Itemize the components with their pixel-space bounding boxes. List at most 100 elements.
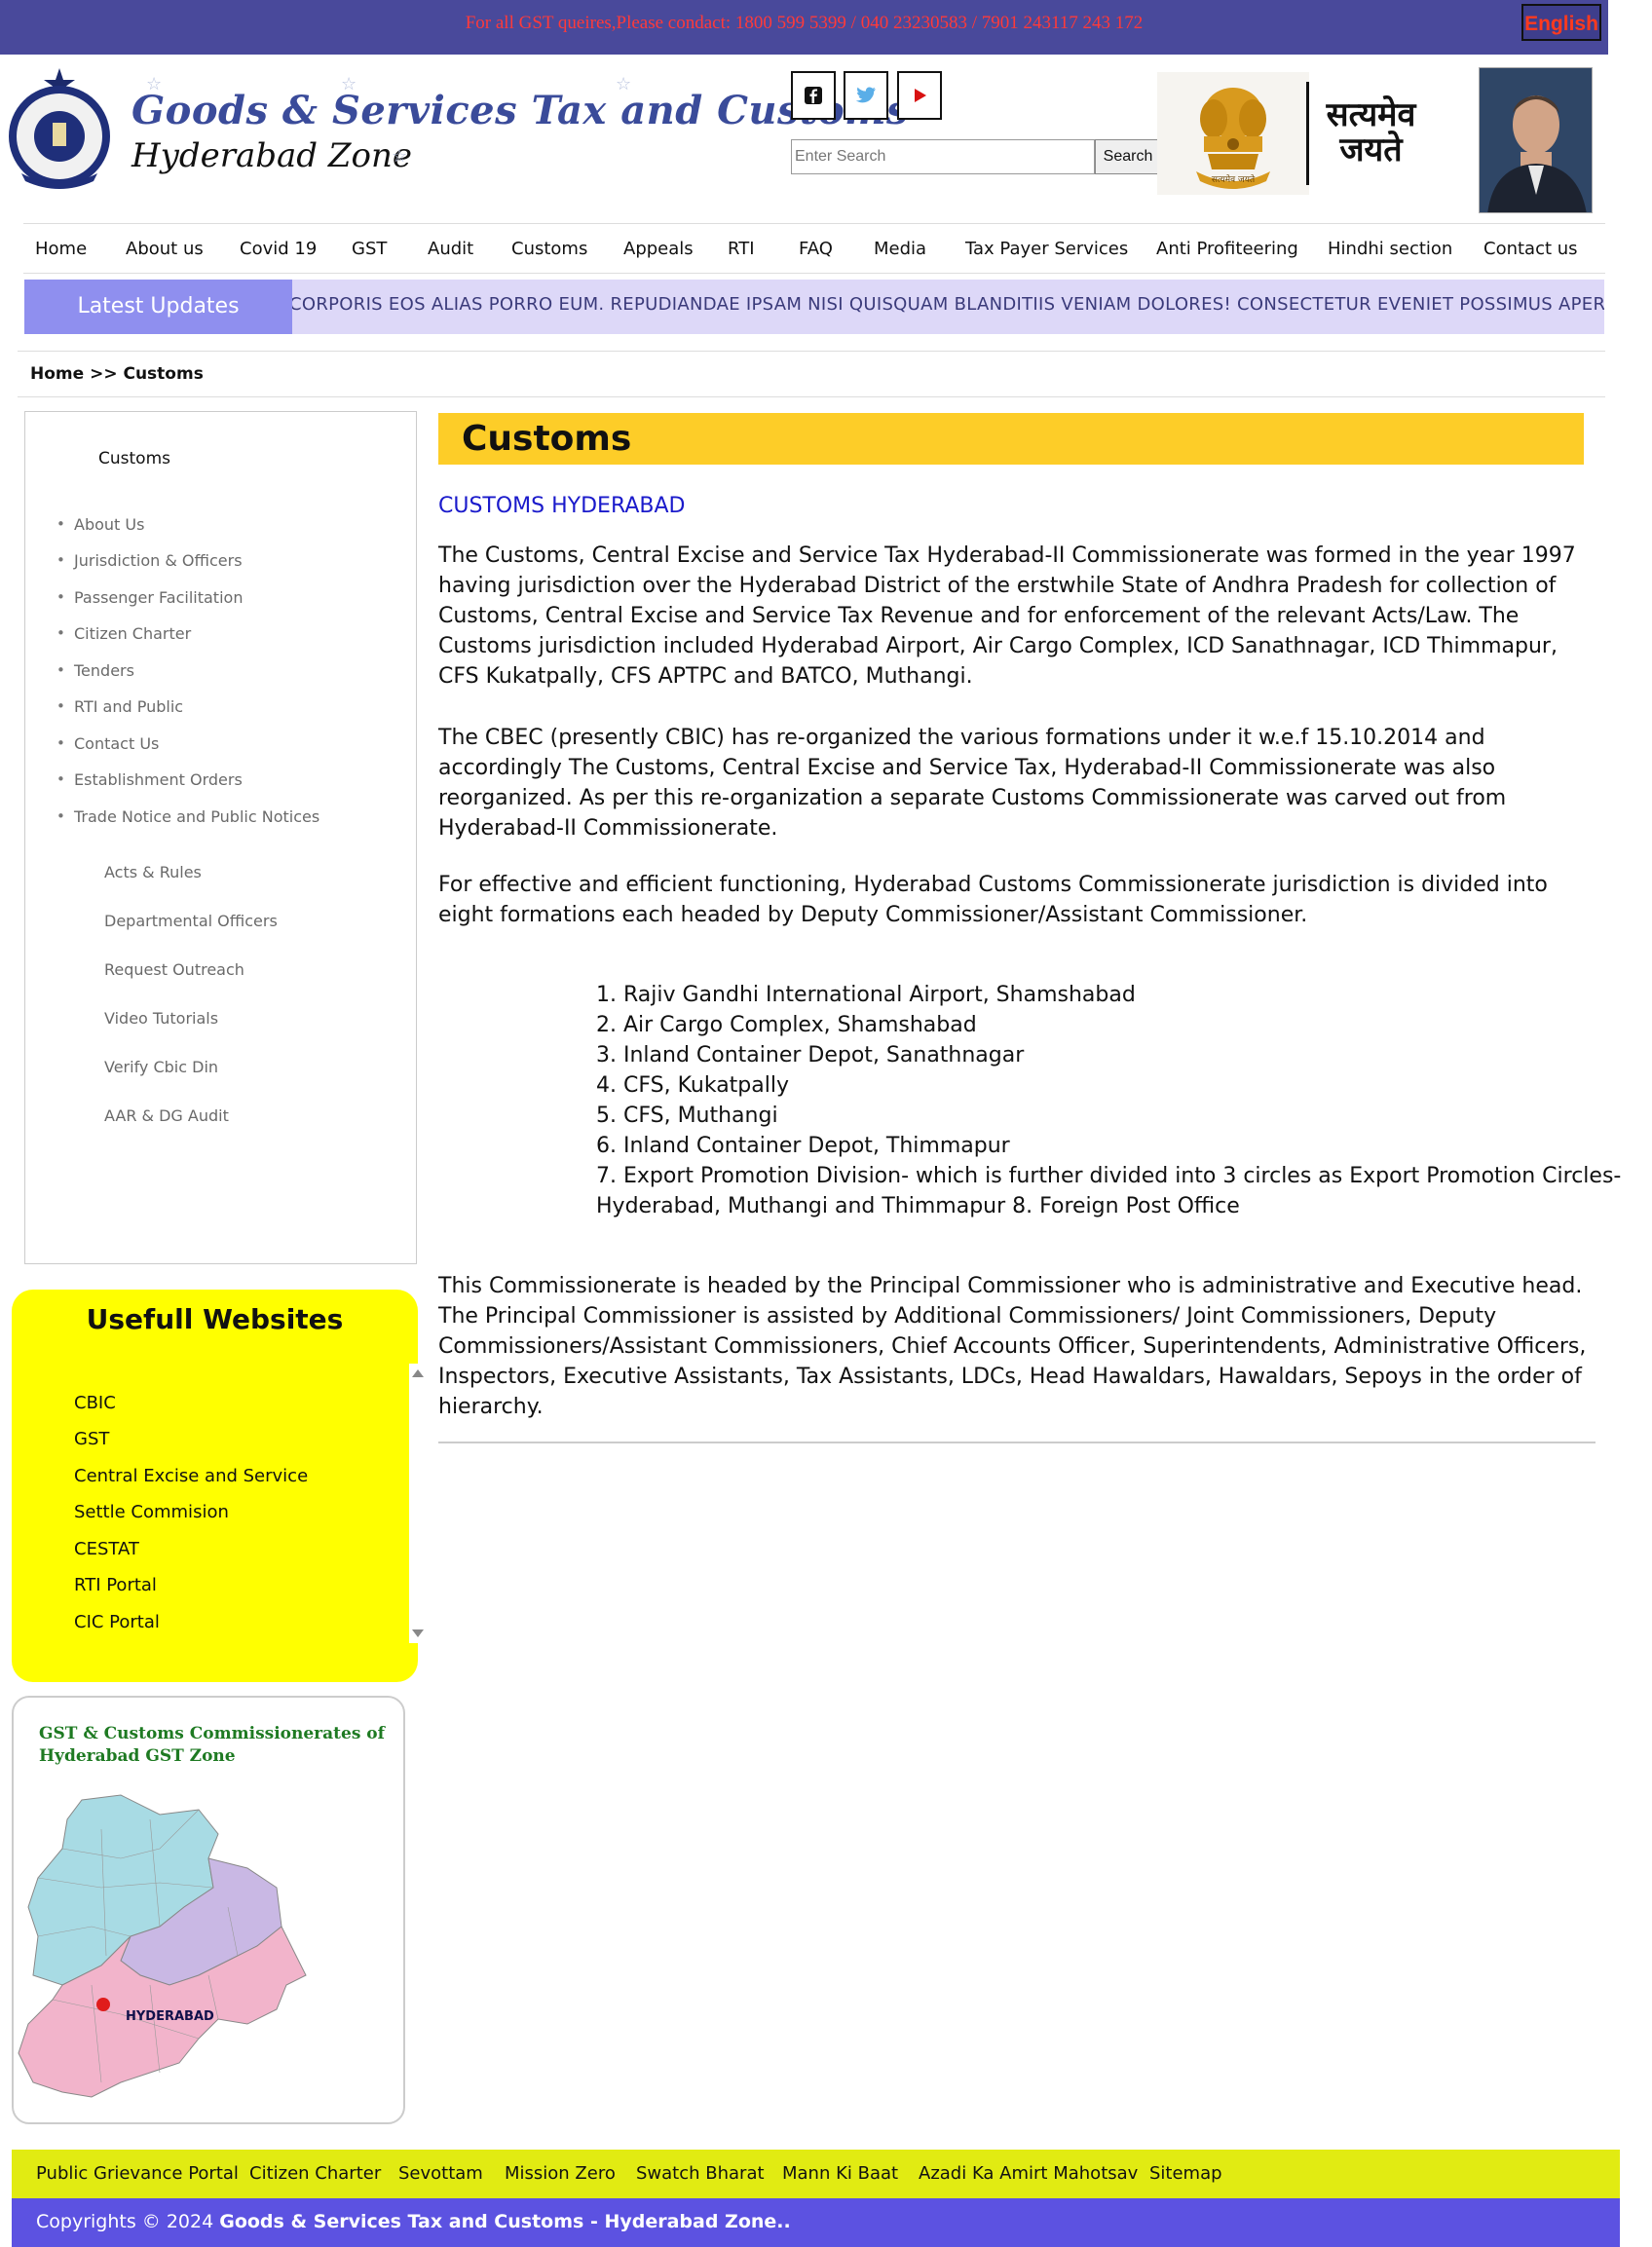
person-portrait-icon <box>1480 68 1592 212</box>
sidebar-item-trade-notice[interactable]: Trade Notice and Public Notices <box>56 807 319 826</box>
sidebar-link-departmental-officers[interactable]: Departmental Officers <box>104 912 278 930</box>
footer-link-swatch-bharat[interactable]: Swatch Bharat <box>636 2163 765 2184</box>
scroll-up-arrow-icon[interactable] <box>412 1369 424 1377</box>
nav-item-customs[interactable]: Customs <box>511 239 587 259</box>
useful-link-central-excise[interactable]: Central Excise and Service <box>74 1466 308 1486</box>
sidebar-link-aar-dg-audit[interactable]: AAR & DG Audit <box>104 1106 229 1125</box>
sidebar-link-request-outreach[interactable]: Request Outreach <box>104 960 244 979</box>
page-title: Customs <box>462 419 632 459</box>
copyright-bar: Copyrights © 2024 Goods & Services Tax a… <box>12 2198 1620 2247</box>
latest-updates-ticker[interactable]: CORPORIS EOS ALIAS PORRO EUM. REPUDIANDA… <box>292 280 1604 334</box>
twitter-link[interactable] <box>844 71 888 120</box>
breadcrumb[interactable]: Home >> Customs <box>30 364 204 384</box>
formations-paragraph: For effective and efficient functioning,… <box>438 873 1548 927</box>
sidebar-link-video-tutorials[interactable]: Video Tutorials <box>104 1009 218 1028</box>
intro-paragraph: The Customs, Central Excise and Service … <box>438 543 1576 689</box>
useful-link-rti-portal[interactable]: RTI Portal <box>74 1575 157 1595</box>
divider <box>18 396 1605 397</box>
footer-link-sitemap[interactable]: Sitemap <box>1149 2163 1222 2184</box>
map-label-hyderabad: HYDERABAD <box>126 2009 214 2024</box>
list-item: 1. Rajiv Gandhi International Airport, S… <box>596 983 1136 1007</box>
copyright-text: Copyrights © 2024 Goods & Services Tax a… <box>36 2211 791 2232</box>
nav-item-tax-payer-services[interactable]: Tax Payer Services <box>965 239 1128 259</box>
useful-link-cic-portal[interactable]: CIC Portal <box>74 1612 160 1632</box>
facebook-icon <box>805 87 822 104</box>
divider <box>18 351 1605 352</box>
motto-line-1: सत्यमेव <box>1326 95 1416 134</box>
latest-updates-label: Latest Updates <box>24 280 292 334</box>
brand-subtitle: Hyderabad Zone <box>131 136 412 175</box>
language-button[interactable]: English <box>1521 4 1601 41</box>
chief-commissioner-photo <box>1479 67 1593 213</box>
nav-item-faq[interactable]: FAQ <box>799 239 833 259</box>
nav-item-covid-19[interactable]: Covid 19 <box>240 239 317 259</box>
sidebar-link-acts-rules[interactable]: Acts & Rules <box>104 863 202 881</box>
list-item: 4. CFS, Kukatpally <box>596 1073 789 1098</box>
useful-link-cbic[interactable]: CBIC <box>74 1393 116 1413</box>
useful-link-settle-commision[interactable]: Settle Commision <box>74 1502 229 1522</box>
main-navigation: Home About us Covid 19 GST Audit Customs… <box>23 223 1605 274</box>
list-item: 6. Inland Container Depot, Thimmapur <box>596 1134 1010 1158</box>
nav-item-about-us[interactable]: About us <box>126 239 204 259</box>
useful-websites-panel: Usefull Websites CBIC GST Central Excise… <box>12 1290 426 1682</box>
useful-link-gst[interactable]: GST <box>74 1429 109 1449</box>
useful-link-cestat[interactable]: CESTAT <box>74 1539 139 1559</box>
helpline-text: For all GST queires,Please condact: 1800… <box>465 13 1144 33</box>
facebook-link[interactable] <box>791 71 836 120</box>
twitter-icon <box>855 87 876 103</box>
copyright-prefix: Copyrights © 2024 <box>36 2211 214 2232</box>
search-button[interactable]: Search <box>1095 139 1161 174</box>
footer-link-azadi-ka-amirt-mahotsav[interactable]: Azadi Ka Amirt Mahotsav <box>919 2163 1138 2184</box>
ticker-text: CORPORIS EOS ALIAS PORRO EUM. REPUDIANDA… <box>292 294 1604 315</box>
nav-item-media[interactable]: Media <box>874 239 926 259</box>
list-item: 5. CFS, Muthangi <box>596 1104 778 1128</box>
sidebar-item-establishment-orders[interactable]: Establishment Orders <box>56 770 243 789</box>
search-input[interactable] <box>791 139 1095 174</box>
footer-links-bar: Public Grievance Portal Citizen Charter … <box>12 2150 1620 2198</box>
footer-link-citizen-charter[interactable]: Citizen Charter <box>249 2163 381 2184</box>
nav-item-hindhi-section[interactable]: Hindhi section <box>1328 239 1452 259</box>
cbic-emblem-logo <box>9 68 110 189</box>
nav-item-appeals[interactable]: Appeals <box>623 239 694 259</box>
useful-websites-title: Usefull Websites <box>86 1303 344 1335</box>
useful-websites-scrollbar[interactable] <box>409 1364 426 1643</box>
footer-link-sevottam[interactable]: Sevottam <box>398 2163 483 2184</box>
divider <box>438 1442 1596 1443</box>
customs-sidebar: Customs About Us Jurisdiction & Officers… <box>24 411 417 1264</box>
sidebar-item-passenger-facilitation[interactable]: Passenger Facilitation <box>56 588 244 607</box>
sidebar-link-verify-cbic-din[interactable]: Verify Cbic Din <box>104 1058 218 1076</box>
scroll-down-arrow-icon[interactable] <box>412 1629 424 1637</box>
hierarchy-paragraph: This Commissionerate is headed by the Pr… <box>438 1274 1587 1419</box>
sidebar-item-jurisdiction[interactable]: Jurisdiction & Officers <box>56 551 242 570</box>
sidebar-item-rti-and-public[interactable]: RTI and Public <box>56 697 183 716</box>
copyright-owner: Goods & Services Tax and Customs - Hyder… <box>219 2211 791 2232</box>
nav-item-contact-us[interactable]: Contact us <box>1483 239 1578 259</box>
sidebar-item-contact-us[interactable]: Contact Us <box>56 734 159 753</box>
sidebar-title[interactable]: Customs <box>98 449 170 468</box>
footer-link-mission-zero[interactable]: Mission Zero <box>505 2163 616 2184</box>
nav-item-audit[interactable]: Audit <box>428 239 473 259</box>
telangana-map[interactable]: HYDERABAD <box>14 1790 325 2112</box>
youtube-link[interactable] <box>897 71 942 120</box>
list-item: Hyderabad, Muthangi and Thimmapur 8. For… <box>596 1194 1240 1218</box>
hyderabad-marker-icon[interactable] <box>96 1998 110 2011</box>
nav-item-anti-profiteering[interactable]: Anti Profiteering <box>1156 239 1298 259</box>
sidebar-item-citizen-charter[interactable]: Citizen Charter <box>56 624 191 643</box>
national-emblem-icon: सत्यमेव जयते <box>1157 72 1309 195</box>
star-icon: ☆ <box>146 74 163 94</box>
nav-item-home[interactable]: Home <box>35 239 87 259</box>
youtube-play-icon <box>915 89 926 102</box>
sidebar-item-about-us[interactable]: About Us <box>56 515 145 534</box>
nav-item-gst[interactable]: GST <box>352 239 387 259</box>
list-item: 7. Export Promotion Division- which is f… <box>596 1164 1622 1188</box>
footer-link-mann-ki-baat[interactable]: Mann Ki Baat <box>782 2163 898 2184</box>
page-title-bar: Customs <box>438 413 1584 465</box>
footer-link-public-grievance[interactable]: Public Grievance Portal <box>36 2163 239 2184</box>
list-item: 2. Air Cargo Complex, Shamshabad <box>596 1013 977 1037</box>
commissionerates-map-card: GST & Customs Commissionerates of Hydera… <box>12 1696 405 2124</box>
sidebar-item-tenders[interactable]: Tenders <box>56 661 134 680</box>
section-subheading: CUSTOMS HYDERABAD <box>438 494 686 518</box>
nav-item-rti[interactable]: RTI <box>728 239 755 259</box>
list-item: 3. Inland Container Depot, Sanathnagar <box>596 1043 1025 1067</box>
star-icon: ☆ <box>392 146 408 167</box>
